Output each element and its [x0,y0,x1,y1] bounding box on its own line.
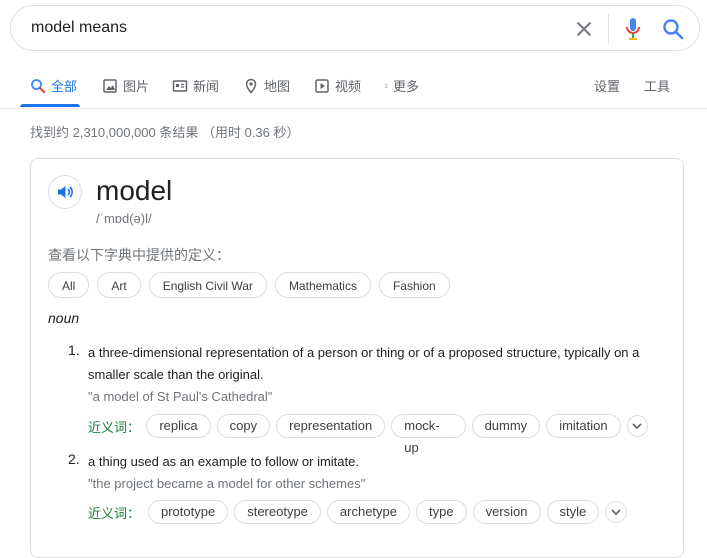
tab-label: 新闻 [193,79,220,94]
synonym-chip[interactable]: copy [216,414,271,438]
tab-maps[interactable]: 地图 [243,76,290,95]
tab-label: 视频 [335,79,362,94]
divider [0,108,707,109]
news-icon [172,79,188,92]
search-icon [31,78,45,93]
tab-images[interactable]: 图片 [102,76,149,95]
sense-definition: a three-dimensional representation of a … [88,345,640,382]
tab-label: 更多 [393,79,420,94]
tab-label: 地图 [264,79,291,94]
map-pin-icon [245,78,257,94]
search-bar[interactable]: model means [10,5,700,51]
part-of-speech: noun [48,310,80,326]
tools-label: 工具 [644,79,671,94]
search-icon[interactable] [661,17,685,41]
chip-fashion[interactable]: Fashion [378,272,450,298]
sense-example: "the project became a model for other sc… [88,476,366,491]
search-tabs: 全部 图片 新闻 地图 视频 更多 设置 工具 [0,60,707,108]
synonym-chip[interactable]: mock-up [391,414,466,455]
synonym-chip[interactable]: imitation [546,414,621,438]
synonyms-label: 近义词： [88,505,141,521]
result-stats: 找到约 2,310,000,000 条结果 （用时 0.36 秒） [30,125,300,140]
speaker-icon [58,186,73,198]
synonym-chip[interactable]: archetype [326,500,410,524]
tab-more[interactable]: 更多 [385,76,419,95]
pronounce-button[interactable] [48,175,82,209]
chip-mathematics[interactable]: Mathematics [274,272,371,298]
expand-synonyms-button[interactable] [626,415,648,437]
sense-filter-chips: All Art English Civil War Mathematics Fa… [48,272,450,298]
sense-number: 2. [68,451,80,467]
synonym-chip[interactable]: replica [146,414,211,438]
synonym-chip[interactable]: type [416,500,467,524]
headword: model [96,175,173,206]
synonym-chip[interactable]: style [546,500,600,524]
dictionary-note: 查看以下字典中提供的定义： [48,247,230,263]
active-tab-indicator [20,104,80,107]
dictionary-card: model /ˈmɒd(ə)l/ 查看以下字典中提供的定义： All Art E… [30,158,684,558]
search-input[interactable]: model means [31,19,127,37]
synonym-row: 近义词： prototype stereotype archetype type… [88,500,628,524]
more-vert-icon [385,83,387,88]
tab-news[interactable]: 新闻 [172,76,219,95]
image-icon [103,78,117,93]
synonym-row: 近义词： replica copy representation mock-up… [88,414,648,455]
play-icon [315,78,329,93]
tools-link[interactable]: 工具 [644,76,670,95]
sense-number: 1. [68,342,80,358]
tab-all[interactable]: 全部 [30,76,77,95]
synonym-chip[interactable]: stereotype [234,500,321,524]
clear-icon[interactable] [573,18,595,40]
tab-videos[interactable]: 视频 [314,76,361,95]
chip-english-civil-war[interactable]: English Civil War [148,272,267,298]
chip-art[interactable]: Art [97,272,141,298]
synonyms-label: 近义词： [88,419,141,435]
synonym-chip[interactable]: representation [276,414,386,438]
sense-definition: a thing used as an example to follow or … [88,454,359,469]
phonetic: /ˈmɒd(ə)l/ [96,211,152,226]
chevron-down-icon [632,423,642,430]
divider [608,14,609,44]
synonym-chip[interactable]: dummy [471,414,541,438]
tab-label: 图片 [123,79,150,94]
tab-label: 全部 [51,79,78,94]
sense-example: "a model of St Paul's Cathedral" [88,389,273,404]
chevron-down-icon [611,509,621,516]
synonym-chip[interactable]: version [472,500,541,524]
settings-label: 设置 [594,79,621,94]
synonym-chip[interactable]: prototype [148,500,229,524]
microphone-icon[interactable] [623,17,643,41]
settings-link[interactable]: 设置 [594,76,620,95]
chip-all[interactable]: All [48,272,90,298]
expand-synonyms-button[interactable] [605,501,628,523]
